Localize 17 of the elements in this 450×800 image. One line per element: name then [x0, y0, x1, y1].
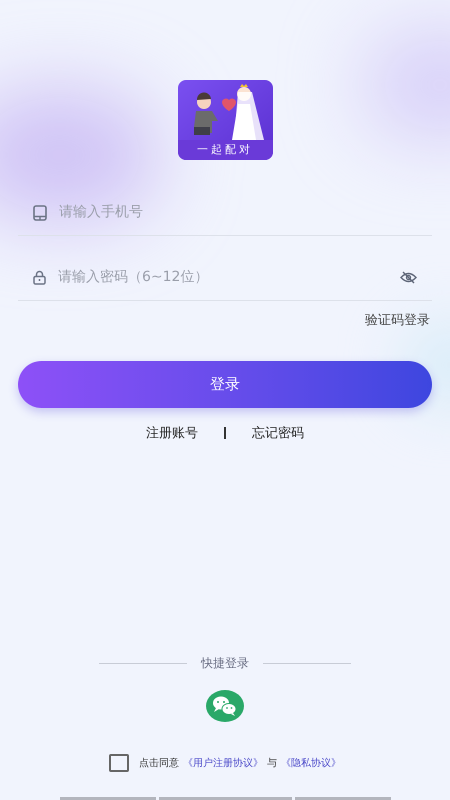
register-link[interactable]: 注册账号 — [146, 424, 198, 443]
user-agreement-link[interactable]: 《用户注册协议》 — [183, 756, 263, 770]
wechat-login-icon[interactable] — [206, 690, 244, 722]
agreement-joiner: 与 — [267, 756, 277, 770]
phone-field[interactable]: 请输入手机号 — [59, 202, 417, 223]
lock-icon — [33, 270, 46, 285]
password-field[interactable]: 请输入密码（6~12位） — [58, 267, 388, 288]
phone-icon — [33, 204, 47, 220]
forgot-password-link[interactable]: 忘记密码 — [252, 424, 304, 443]
login-button[interactable]: 登录 — [18, 360, 432, 408]
hidden-eye-icon[interactable] — [400, 271, 417, 284]
sms-login-link[interactable]: 验证码登录 — [365, 311, 430, 330]
privacy-policy-link[interactable]: 《隐私协议》 — [281, 756, 341, 770]
agreement-text: 点击同意 — [139, 756, 179, 770]
quick-login-label: 快捷登录 — [201, 655, 249, 672]
agreement-checkbox[interactable] — [109, 754, 129, 772]
logo-caption: 一起配对 — [178, 140, 272, 160]
